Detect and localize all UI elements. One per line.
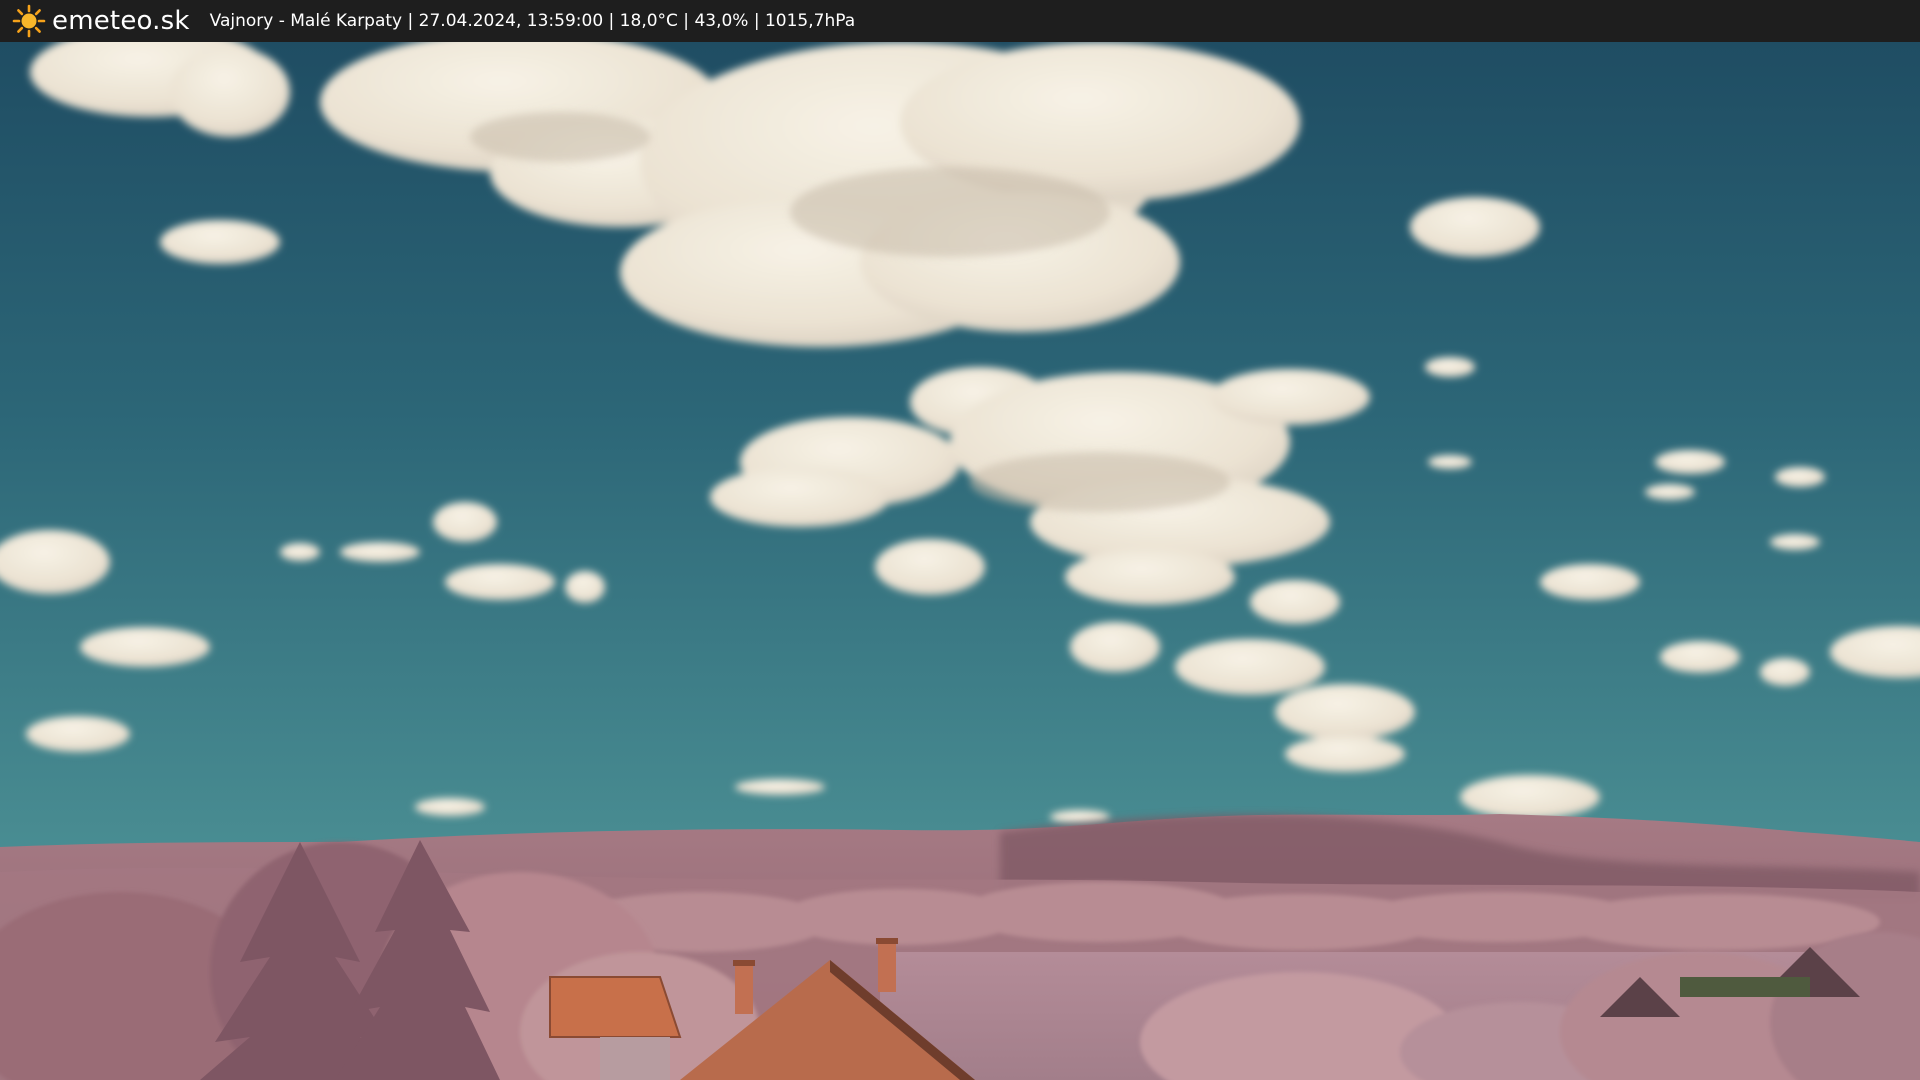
webcam-frame: emeteo.sk Vajnory - Malé Karpaty | 27.04… bbox=[0, 0, 1920, 1080]
top-bar: emeteo.sk Vajnory - Malé Karpaty | 27.04… bbox=[0, 0, 1920, 42]
webcam-image bbox=[0, 42, 1920, 1080]
sun-icon bbox=[12, 4, 46, 38]
site-logo-text[interactable]: emeteo.sk bbox=[52, 6, 190, 36]
station-caption: Vajnory - Malé Karpaty | 27.04.2024, 13:… bbox=[209, 11, 856, 31]
